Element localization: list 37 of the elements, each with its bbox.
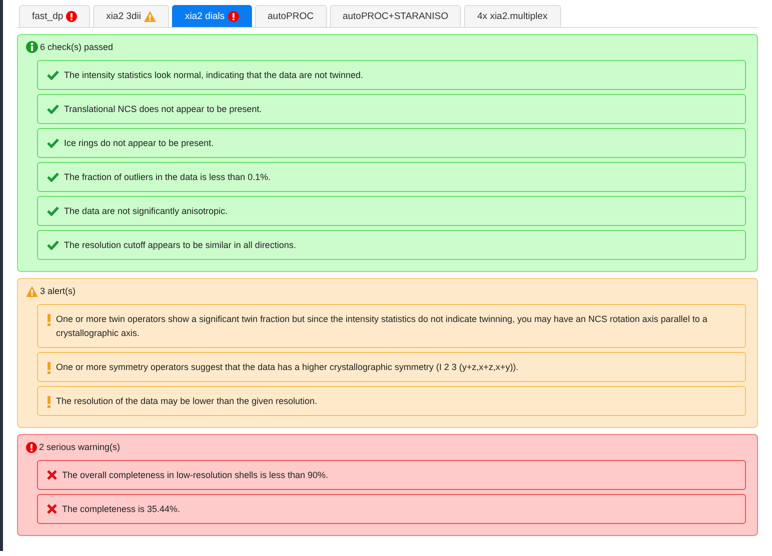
error-icon (66, 11, 78, 22)
message-text: Ice rings do not appear to be present. (64, 137, 214, 150)
check-icon (47, 70, 59, 80)
check-icon (47, 172, 59, 182)
exclamation-icon (47, 314, 51, 326)
check-icon (47, 240, 59, 250)
message-text: One or more twin operators show a significant twin fraction but since the intensity statistics do not indicate twinning, you may have an NCS rotation axis parallel to a crystallographic axis. (56, 313, 708, 340)
info-icon (26, 41, 38, 53)
panel-title: 6 check(s) passed (40, 42, 114, 52)
tab[interactable]: autoPROC (254, 5, 327, 27)
panel-title: 2 serious warning(s) (39, 442, 120, 452)
exclamation-icon (47, 396, 51, 408)
message-text: The fraction of outliers in the data is less than 0.1%. (64, 171, 271, 184)
tab[interactable]: autoPROC+STARANISO (330, 5, 462, 27)
message-text: The intensity statistics look normal, indicating that the data are not twinned. (64, 69, 364, 82)
error-icon (228, 11, 239, 22)
message-text: The resolution cutoff appears to be similar in all directions. (64, 239, 296, 252)
check-icon (47, 138, 59, 148)
warning-icon (144, 11, 156, 22)
error-icon (26, 442, 37, 452)
message-text: One or more symmetry operators suggest that the data has a higher crystallographic symmetry (I 2 3 (y+z,x+z,x+y)). (56, 361, 518, 374)
message-text: The overall completeness in low-resolution shells is less than 90%. (62, 469, 328, 482)
message-text: The data are not significantly anisotropic. (64, 205, 228, 218)
warning-icon (26, 286, 38, 296)
message-text: The completeness is 35.44%. (62, 503, 180, 516)
tab[interactable]: fast_dp (19, 5, 90, 27)
message-text: Translational NCS does not appear to be present. (64, 103, 262, 116)
check-icon (47, 206, 59, 216)
tab[interactable]: 4x xia2.multiplex (464, 5, 560, 27)
exclamation-icon (47, 362, 51, 374)
check-icon (47, 104, 59, 114)
cross-icon (47, 470, 57, 480)
message-text: The resolution of the data may be lower than the given resolution. (56, 395, 318, 408)
tab[interactable]: xia2 dials (172, 5, 252, 27)
tab[interactable]: xia2 3dii (93, 5, 170, 27)
panel-title: 3 alert(s) (40, 286, 76, 296)
cross-icon (47, 504, 57, 514)
